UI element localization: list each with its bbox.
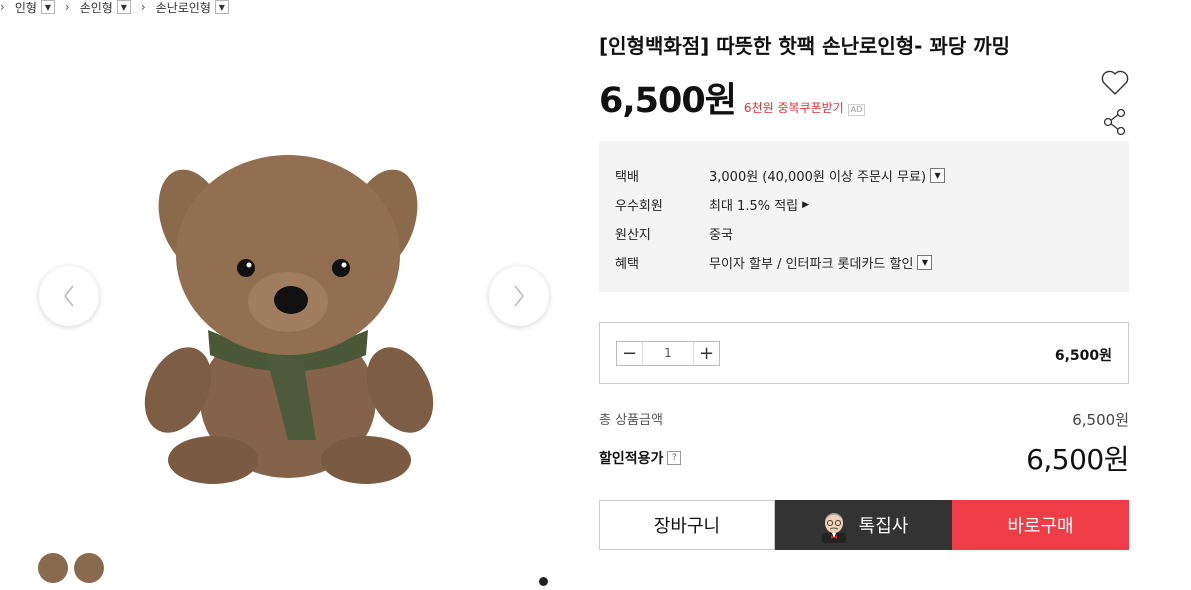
chevron-down-icon[interactable]: ▼ <box>40 0 55 14</box>
chevron-down-icon[interactable]: ▼ <box>214 0 229 14</box>
discount-label-wrap: 할인적용가 ? <box>599 448 682 468</box>
talk-butler-label[interactable]: 톡집사 <box>859 512 909 538</box>
chevron-down-icon[interactable]: ▼ <box>917 255 933 270</box>
buy-button-label[interactable]: 바로구매 <box>1007 512 1073 538</box>
quantity-input[interactable]: 1 <box>642 342 694 365</box>
coupon-link[interactable]: 6천원 중복쿠폰받기 <box>744 99 844 116</box>
delivery-row-membership: 우수회원 최대 1.5% 적립 ▶ <box>615 190 1129 219</box>
final-price: 6,500원 <box>1026 443 1129 476</box>
heart-icon[interactable] <box>1101 70 1129 96</box>
delivery-info-box: 택배 3,000원 (40,000원 이상 주문시 무료) ▼ 우수회원 최대 … <box>599 141 1129 292</box>
price-row: 6,500원 6천원 중복쿠폰받기 AD <box>599 72 866 123</box>
quantity-box: − 1 + 6,500원 <box>599 322 1129 384</box>
cart-button-label[interactable]: 장바구니 <box>654 512 720 538</box>
plus-button[interactable]: + <box>694 342 719 365</box>
delivery-row-origin: 원산지 중국 <box>615 219 1129 248</box>
delivery-label: 택배 <box>615 170 639 185</box>
shipping-fee-text: 3,000원 (40,000원 이상 주문시 무료) <box>709 170 927 185</box>
product-image-bear[interactable] <box>138 140 438 485</box>
ad-badge: AD <box>847 104 866 116</box>
gallery-indicator-dot[interactable] <box>539 577 548 586</box>
breadcrumb-item-1[interactable]: 인형 ▼ <box>15 0 55 16</box>
reviewer-avatar <box>38 553 68 583</box>
gallery-prev-button[interactable] <box>39 266 99 326</box>
breadcrumb-item-2[interactable]: 손인형 ▼ <box>80 0 131 16</box>
breadcrumb-item-3[interactable]: 손난로인형 ▼ <box>156 0 229 16</box>
discount-label: 할인적용가 <box>599 451 664 467</box>
share-icon[interactable] <box>1103 108 1127 136</box>
chevron-down-icon[interactable]: ▼ <box>116 0 131 14</box>
butler-avatar-icon <box>821 513 846 543</box>
delivery-value: 3,000원 (40,000원 이상 주문시 무료) ▼ <box>709 166 946 185</box>
membership-link[interactable]: 최대 1.5% 적립 ▶ <box>709 195 809 214</box>
discount-row: 할인적용가 ? 6,500원 <box>599 438 1129 478</box>
minus-button[interactable]: − <box>617 342 642 365</box>
total-row: 총 상품금액 6,500원 <box>599 409 1129 430</box>
delivery-label: 원산지 <box>615 228 651 243</box>
gallery-next-button[interactable] <box>489 266 549 326</box>
delivery-label: 우수회원 <box>615 199 663 214</box>
benefit-text: 무이자 할부 / 인터파크 롯데카드 할인 <box>709 257 914 272</box>
line-price: 6,500원 <box>1054 348 1112 364</box>
breadcrumb: › 인형 ▼ › 손인형 ▼ › 손난로인형 ▼ <box>0 0 239 16</box>
delivery-row-benefit: 혜택 무이자 할부 / 인터파크 롯데카드 할인 ▼ <box>615 248 1129 277</box>
buy-now-button[interactable]: 바로구매 <box>952 500 1129 550</box>
product-title: [인형백화점] 따뜻한 핫팩 손난로인형- 꽈당 까밍 <box>599 34 1010 58</box>
membership-text[interactable]: 최대 1.5% 적립 <box>709 195 798 214</box>
help-icon[interactable]: ? <box>667 451 682 465</box>
breadcrumb-label[interactable]: 인형 <box>15 0 37 16</box>
breadcrumb-label[interactable]: 손인형 <box>80 0 113 16</box>
total-value: 6,500원 <box>1072 411 1129 429</box>
breadcrumb-label[interactable]: 손난로인형 <box>156 0 211 16</box>
breadcrumb-separator: › <box>64 0 70 14</box>
delivery-value: 무이자 할부 / 인터파크 롯데카드 할인 ▼ <box>709 253 933 272</box>
breadcrumb-separator: › <box>0 0 5 14</box>
chevron-left-icon <box>64 285 74 307</box>
reviewer-avatar <box>74 553 104 583</box>
action-buttons: 장바구니 톡집사 바로구매 <box>599 500 1129 550</box>
total-label: 총 상품금액 <box>599 413 663 428</box>
delivery-row-shipping: 택배 3,000원 (40,000원 이상 주문시 무료) ▼ <box>615 161 1129 190</box>
product-price: 6,500원 <box>599 81 737 121</box>
delivery-label: 혜택 <box>615 257 639 272</box>
quantity-stepper: − 1 + <box>616 341 720 366</box>
talk-butler-button[interactable]: 톡집사 <box>775 500 952 550</box>
product-gallery <box>0 30 590 590</box>
caret-right-icon[interactable]: ▶ <box>802 200 809 210</box>
breadcrumb-separator: › <box>140 0 146 14</box>
chevron-right-icon <box>514 285 524 307</box>
add-to-cart-button[interactable]: 장바구니 <box>599 500 775 550</box>
origin-value: 중국 <box>709 228 733 243</box>
chevron-down-icon[interactable]: ▼ <box>930 168 946 183</box>
